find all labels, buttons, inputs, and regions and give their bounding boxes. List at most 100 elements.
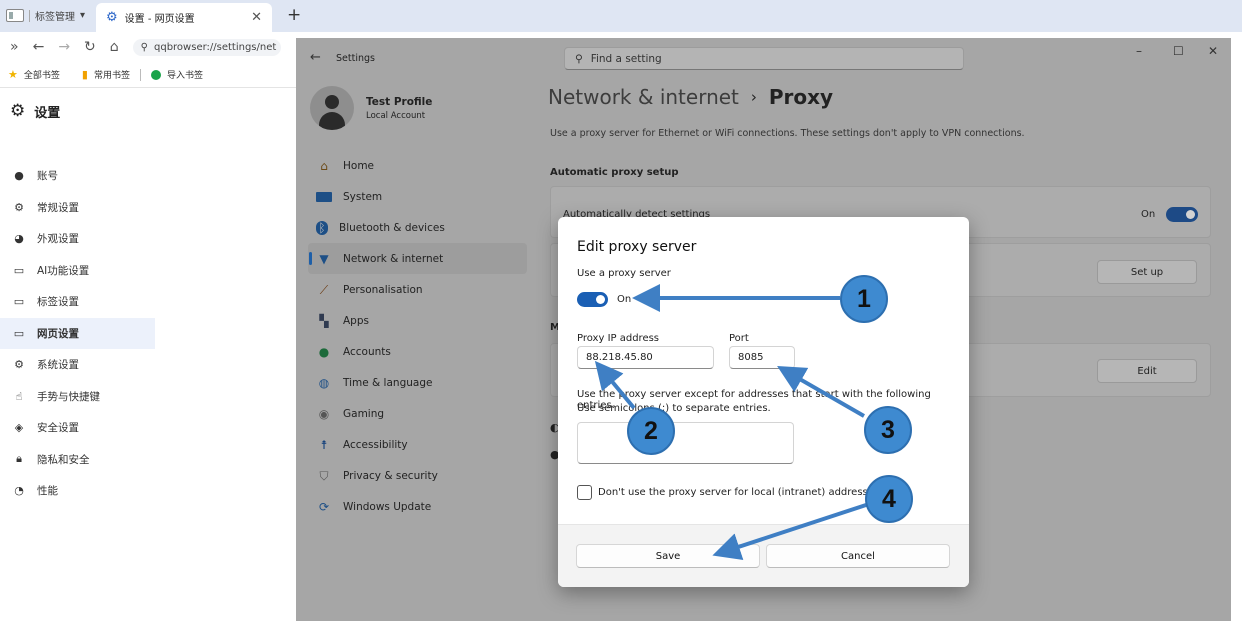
nav-item-privacy[interactable]: ⛉ Privacy & security: [308, 460, 527, 491]
search-placeholder: Find a setting: [590, 52, 662, 65]
proxy-ip-input[interactable]: 88.218.45.80: [577, 346, 714, 369]
sidebar-item-system[interactable]: ⚙ 系统设置: [0, 349, 155, 381]
search-input[interactable]: ⚲ Find a setting: [564, 47, 964, 70]
import-icon: [150, 69, 161, 80]
tab-settings[interactable]: ⚙ 设置 - 网页设置 ✕: [96, 3, 272, 32]
window-title: Settings: [336, 53, 375, 64]
use-proxy-toggle[interactable]: [577, 292, 608, 307]
breadcrumb: Network & internet › Proxy: [548, 85, 833, 109]
sidebar-item-account[interactable]: ● 账号: [0, 160, 155, 192]
setup-button[interactable]: Set up: [1097, 260, 1197, 284]
auto-detect-toggle[interactable]: [1166, 207, 1198, 222]
nav-item-personalisation[interactable]: ⟋ Personalisation: [308, 274, 527, 305]
edit-button[interactable]: Edit: [1097, 359, 1197, 383]
profile[interactable]: Test Profile Local Account: [310, 86, 432, 130]
profile-name: Test Profile: [366, 95, 433, 108]
auto-detect-state: On: [1141, 209, 1156, 220]
sidebar-item-label: 系统设置: [37, 359, 79, 372]
star-icon: ★: [8, 68, 18, 81]
sidebar-item-label: 外观设置: [37, 233, 79, 246]
use-proxy-label: Use a proxy server: [577, 268, 671, 279]
browser-tab-bar: 标签管理 ▾ ⚙ 设置 - 网页设置 ✕ +: [0, 0, 1242, 32]
nav-item-network[interactable]: ▼ Network & internet: [308, 243, 527, 274]
sidebar-item-performance[interactable]: ◔ 性能: [0, 475, 155, 507]
close-icon[interactable]: ✕: [1208, 44, 1218, 58]
nav-item-system[interactable]: System: [308, 181, 527, 212]
nav-item-accounts[interactable]: ● Accounts: [308, 336, 527, 367]
reload-button[interactable]: ↻: [84, 39, 96, 55]
sidebar-item-label: 常规设置: [37, 201, 79, 214]
forward-button[interactable]: →: [58, 39, 70, 55]
gear-icon: ⚙: [106, 10, 118, 25]
nav-item-update[interactable]: ⟳ Windows Update: [308, 491, 527, 522]
exceptions-label-2: Use semicolons (;) to separate entries.: [577, 403, 771, 414]
save-button[interactable]: Save: [576, 544, 760, 568]
breadcrumb-parent[interactable]: Network & internet: [548, 85, 739, 109]
port-input[interactable]: 8085: [729, 346, 795, 369]
apps-icon: ▚: [319, 313, 329, 328]
back-arrow-icon[interactable]: ←: [310, 50, 321, 65]
browser-toolbar: » ← → ↻ ⌂ ⚲ qqbrowser://settings/net: [0, 32, 300, 62]
nav-item-gaming[interactable]: ◉ Gaming: [308, 398, 527, 429]
sidebar-item-ai[interactable]: ▭ AI功能设置: [0, 255, 155, 287]
nav-item-label: Privacy & security: [343, 469, 438, 482]
nav-item-label: Bluetooth & devices: [339, 221, 445, 234]
sidebar-item-tabs[interactable]: ▭ 标签设置: [0, 286, 155, 318]
edit-proxy-dialog: Edit proxy server Use a proxy server On …: [558, 217, 969, 587]
nav-item-home[interactable]: ⌂ Home: [308, 150, 527, 181]
address-text: qqbrowser://settings/net: [154, 41, 277, 53]
divider: [29, 9, 30, 22]
page-title: ⚙ 设置: [10, 101, 60, 121]
sidebar-item-web[interactable]: ▭ 网页设置: [0, 317, 155, 349]
dialog-title: Edit proxy server: [577, 239, 697, 255]
back-button[interactable]: ←: [33, 39, 45, 55]
tab-title: 设置 - 网页设置: [124, 14, 195, 25]
sidebar-item-security[interactable]: ◈ 安全设置: [0, 412, 155, 444]
local-addresses-checkbox[interactable]: [577, 485, 592, 500]
use-proxy-state: On: [617, 294, 632, 305]
update-icon: ⟳: [318, 499, 330, 514]
local-addresses-label: Don't use the proxy server for local (in…: [598, 487, 880, 498]
address-bar[interactable]: ⚲ qqbrowser://settings/net: [132, 38, 281, 56]
new-tab-button[interactable]: +: [287, 5, 301, 25]
nav-item-accessibility[interactable]: ☨ Accessibility: [308, 429, 527, 460]
nav-item-label: Time & language: [343, 376, 433, 389]
bookmark-import[interactable]: 导入书签: [167, 68, 203, 81]
search-icon: ⚲: [140, 41, 148, 53]
cancel-button[interactable]: Cancel: [766, 544, 950, 568]
minimize-icon[interactable]: –: [1136, 44, 1142, 58]
bookmark-all[interactable]: 全部书签: [24, 68, 60, 81]
exceptions-textarea[interactable]: [577, 422, 794, 464]
sidebar-toggle-icon[interactable]: »: [10, 39, 19, 55]
callout-3: 3: [864, 406, 912, 454]
nav-item-apps[interactable]: ▚ Apps: [308, 305, 527, 336]
sidebar-item-general[interactable]: ⚙ 常规设置: [0, 192, 155, 224]
chevron-right-icon: ›: [750, 88, 757, 106]
maximize-icon[interactable]: ☐: [1173, 44, 1184, 58]
profile-account: Local Account: [366, 110, 426, 121]
sidebar-item-gestures[interactable]: ☝ 手势与快捷键: [0, 381, 155, 413]
window-icon: ▭: [13, 295, 25, 309]
speedometer-icon: ◔: [14, 484, 24, 498]
home-icon: ⌂: [320, 158, 328, 173]
avatar: [310, 86, 354, 130]
nav-item-time[interactable]: ◍ Time & language: [308, 367, 527, 398]
nav-item-label: Apps: [343, 314, 369, 327]
sidebar-item-label: 账号: [37, 170, 58, 183]
callout-1: 1: [840, 275, 888, 323]
gear-icon: ⚙: [14, 200, 24, 214]
nav-item-label: Network & internet: [343, 252, 444, 265]
close-tab-icon[interactable]: ✕: [251, 10, 262, 25]
nav-item-bluetooth[interactable]: ᛒ Bluetooth & devices: [308, 212, 527, 243]
sidebar-item-privacy[interactable]: 🔒︎ 隐私和安全: [0, 444, 155, 476]
breadcrumb-current: Proxy: [768, 85, 834, 109]
sidebar-item-label: 网页设置: [37, 327, 79, 340]
sidebar-item-appearance[interactable]: ◕ 外观设置: [0, 223, 155, 255]
bookmark-frequent[interactable]: 常用书签: [94, 68, 130, 81]
settings-nav: ⌂ Home System ᛒ Bluetooth & devices ▼ Netwo…: [308, 150, 527, 522]
sidebar-item-label: 手势与快捷键: [37, 390, 100, 403]
callout-2: 2: [627, 407, 675, 455]
page-title-text: 设置: [34, 105, 61, 121]
home-button[interactable]: ⌂: [110, 39, 119, 55]
tab-manager[interactable]: 标签管理 ▾: [6, 8, 85, 23]
